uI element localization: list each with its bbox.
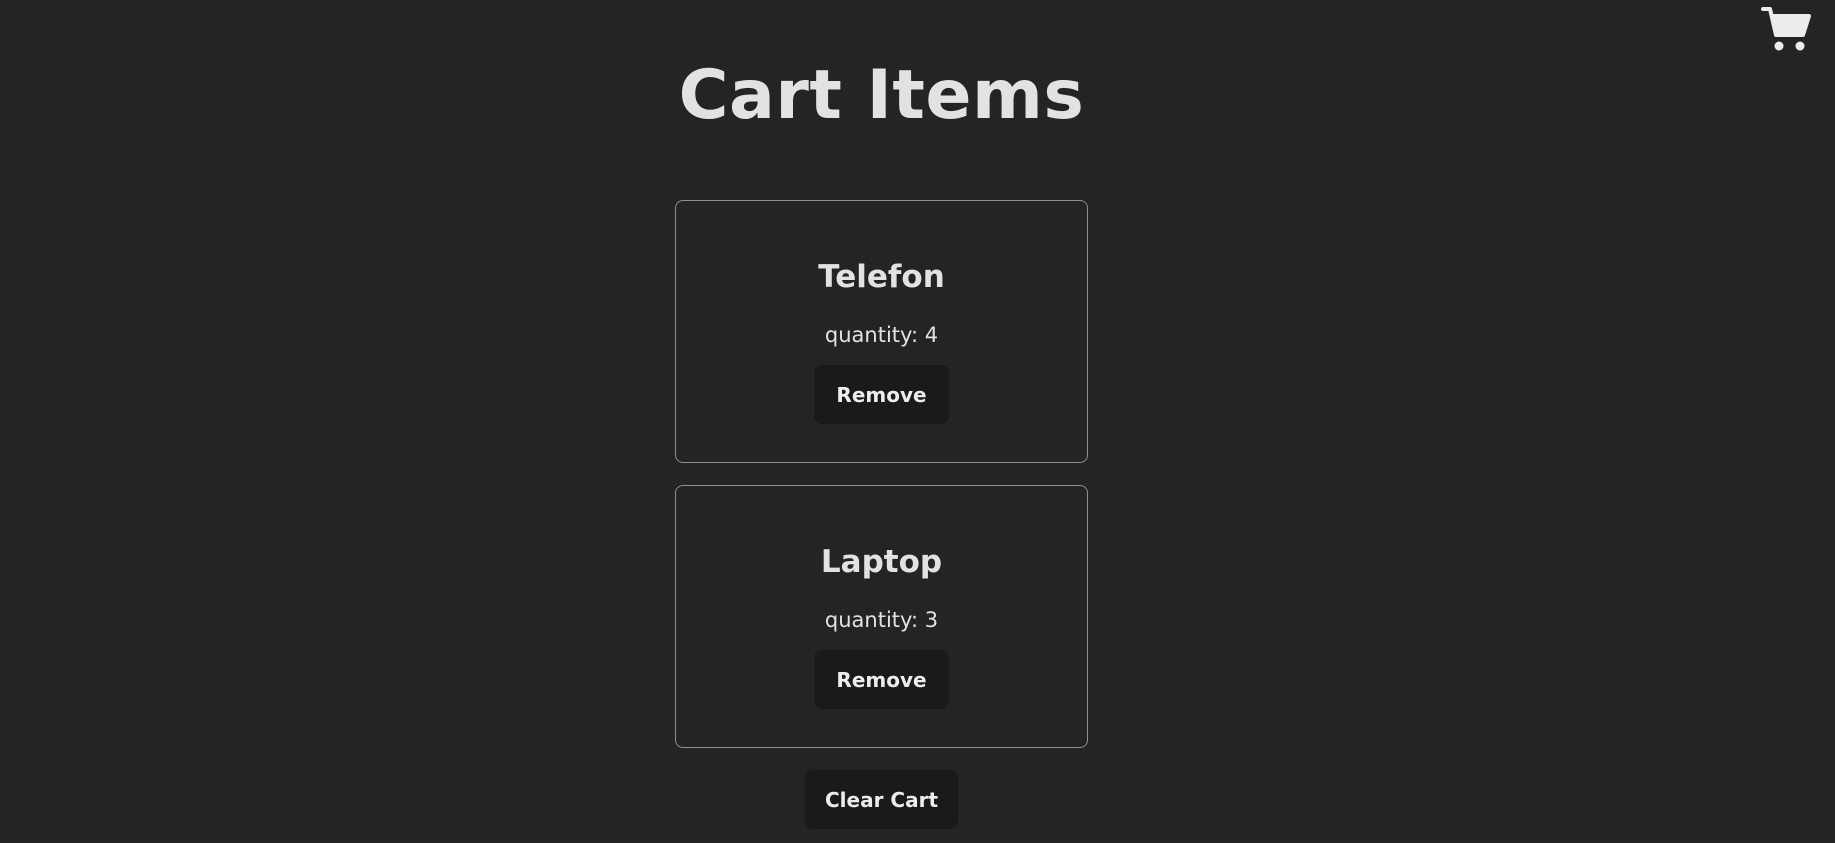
cart-item-card: Telefon quantity: 4 Remove — [675, 200, 1088, 463]
item-name: Telefon — [818, 259, 945, 295]
clear-cart-button[interactable]: Clear Cart — [805, 770, 958, 829]
shopping-cart-icon[interactable] — [1761, 4, 1811, 52]
remove-button[interactable]: Remove — [814, 365, 949, 424]
cart-item-card: Laptop quantity: 3 Remove — [675, 485, 1088, 748]
item-name: Laptop — [820, 544, 943, 580]
item-quantity: quantity: 4 — [824, 323, 939, 347]
item-quantity: quantity: 3 — [824, 608, 939, 632]
cart-items-list: Telefon quantity: 4 Remove Laptop quanti… — [675, 200, 1088, 770]
remove-button[interactable]: Remove — [814, 650, 949, 709]
page-title: Cart Items — [678, 56, 1085, 135]
